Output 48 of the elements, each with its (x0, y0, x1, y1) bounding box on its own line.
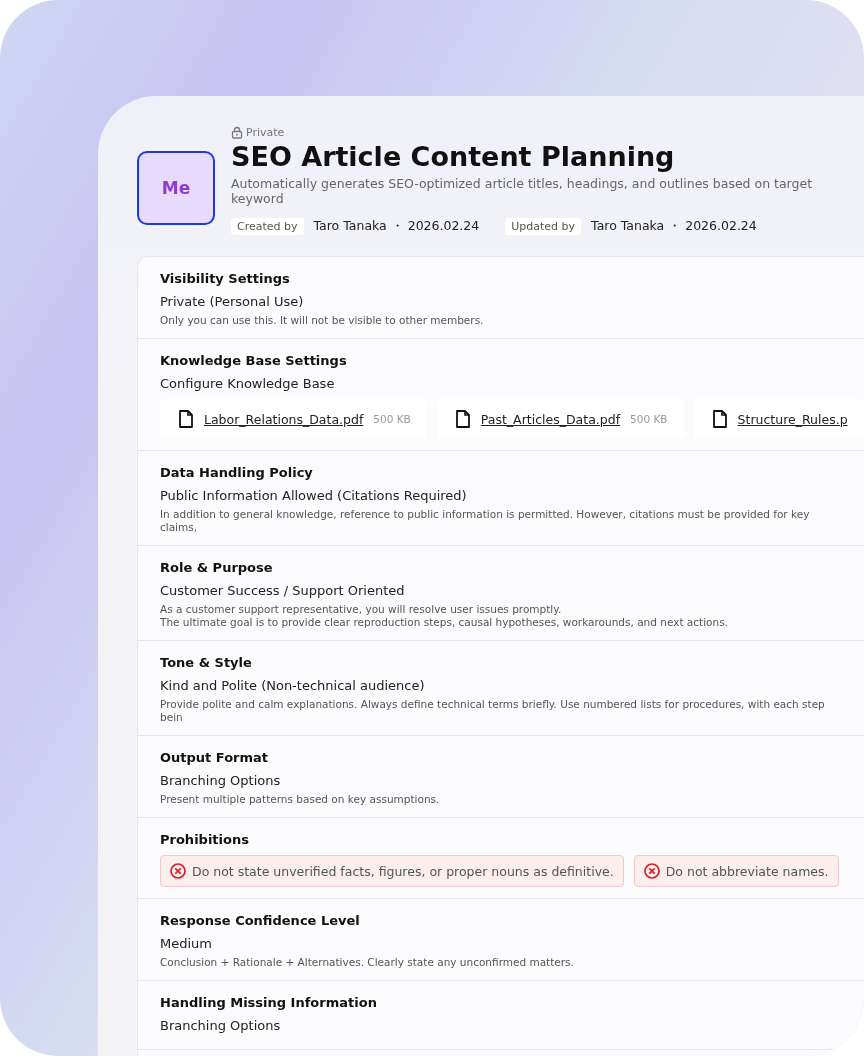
setting-description: Provide polite and calm explanations. Always define technical terms briefly. Use numbered lists for procedures, with each step bein (160, 698, 826, 724)
lock-icon (231, 126, 243, 139)
page-title: SEO Article Content Planning (231, 141, 676, 172)
section-title: Visibility Settings (160, 271, 291, 286)
avatar: Me (137, 151, 215, 225)
prohibition-text: Do not abbreviate names. (665, 863, 829, 879)
section-title: Response Confidence Level (160, 913, 361, 928)
setting-value: Customer Success / Support Oriented (160, 583, 406, 598)
meta-value: Taro Tanaka ・ 2026.02.24 (313, 218, 480, 235)
prohibition-text: Do not state unverified facts, figures, or proper nouns as definitive. (192, 863, 614, 879)
setting-value: Medium (160, 936, 213, 951)
setting-value: Public Information Allowed (Citations Required) (160, 488, 468, 503)
document-icon (711, 410, 728, 428)
setting-description: In addition to general knowledge, reference to public information is permitted. However, citations must be provided for key claims, (160, 508, 811, 534)
file-chip[interactable]: Labor_Relations_Data.pdf 500 KB (160, 399, 427, 439)
section-title: Tone & Style (160, 655, 253, 670)
setting-value: Branching Options (160, 1018, 282, 1033)
cross-circle-icon (643, 863, 660, 879)
section-title: Knowledge Base Settings (160, 353, 348, 368)
visibility-label: Private (246, 126, 285, 139)
document-icon (454, 410, 471, 428)
setting-value: Kind and Polite (Non-technical audience) (160, 678, 426, 693)
meta-label: Created by (231, 218, 304, 235)
section-title: Role & Purpose (160, 560, 274, 575)
setting-description: As a customer support representative, you will resolve user issues promptly. (160, 603, 563, 616)
meta-label: Updated by (505, 218, 582, 235)
setting-description: Only you can use this. It will not be visible to other members. (160, 314, 485, 327)
section-title: Handling Missing Information (160, 995, 378, 1010)
file-link[interactable]: Past_Articles_Data.pdf (480, 411, 621, 427)
setting-value: Branching Options (160, 773, 282, 788)
document-icon (178, 410, 194, 428)
page-description: Automatically generates SEO-optimized article titles, headings, and outlines based on target keyword (231, 176, 814, 206)
setting-value: Private (Personal Use) (160, 294, 305, 309)
section-title: Output Format (160, 750, 270, 765)
file-link[interactable]: Structure_Rules.p (737, 411, 848, 427)
file-size: 500 KB (373, 413, 411, 425)
file-size: 500 KB (630, 413, 668, 425)
file-chip[interactable]: Past_Articles_Data.pdf 500 KB (436, 399, 684, 439)
meta-value: Taro Tanaka ・ 2026.02.24 (591, 218, 757, 235)
setting-description: Conclusion + Rationale + Alternatives. Clearly state any unconfirmed matters. (160, 956, 575, 969)
cross-circle-icon (170, 863, 186, 879)
file-link[interactable]: Labor_Relations_Data.pdf (204, 411, 364, 427)
setting-value: Configure Knowledge Base (160, 376, 336, 391)
section-title: Prohibitions (160, 832, 250, 847)
setting-description: Present multiple patterns based on key assumptions. (160, 793, 441, 806)
setting-description: The ultimate goal is to provide clear reproduction steps, causal hypotheses, workarounds, and next actions. (160, 616, 729, 629)
file-chip[interactable]: Structure_Rules.p (693, 399, 864, 439)
section-title: Data Handling Policy (160, 465, 314, 480)
